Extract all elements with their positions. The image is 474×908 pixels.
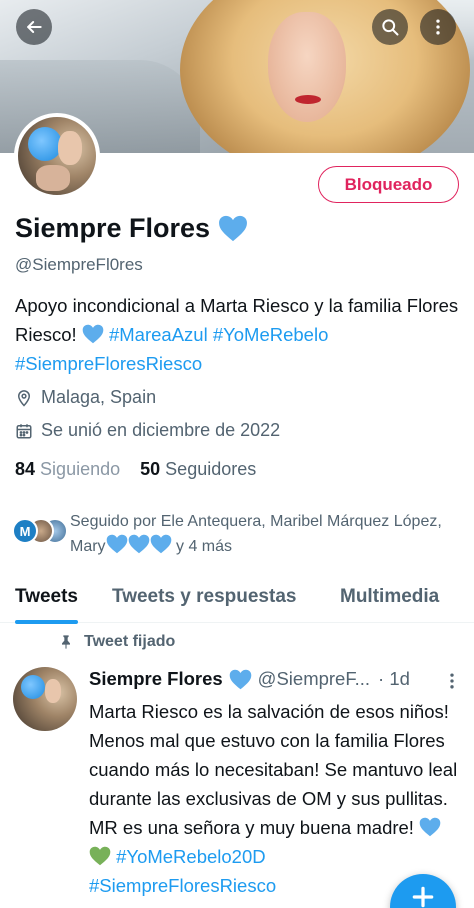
tab-media[interactable]: Multimedia bbox=[340, 570, 439, 623]
compose-plus-icon bbox=[412, 886, 434, 908]
search-icon bbox=[382, 19, 399, 36]
banner-lips bbox=[295, 95, 321, 104]
avatar-face bbox=[45, 679, 61, 703]
green-heart-icon bbox=[89, 846, 111, 866]
avatar-hand bbox=[36, 165, 70, 191]
tweet-header: Siempre Flores @SiempreF... · 1d bbox=[89, 668, 464, 690]
hashtag-link[interactable]: #YoMeRebelo bbox=[213, 324, 329, 345]
followers-count: 50 bbox=[140, 459, 161, 479]
location-pin-icon bbox=[17, 389, 31, 407]
tab-tweets-and-replies[interactable]: Tweets y respuestas bbox=[112, 570, 296, 623]
follow-stats: 84 Siguiendo 50 Seguidores bbox=[15, 459, 256, 480]
join-date-text: Se unió en diciembre de 2022 bbox=[41, 420, 281, 440]
profile-join-date: Se unió en diciembre de 2022 bbox=[15, 420, 280, 441]
follower-avatars: M bbox=[12, 518, 68, 546]
blue-heart-icon bbox=[219, 215, 248, 242]
tweet-body-text: Marta Riesco es la salvación de esos niñ… bbox=[89, 701, 458, 838]
followed-by[interactable]: M Seguido por Ele Antequera, Maribel Már… bbox=[12, 510, 467, 559]
followers-label: Seguidores bbox=[165, 459, 257, 479]
back-button[interactable] bbox=[16, 9, 52, 45]
avatar-heart-sticker bbox=[21, 675, 45, 699]
arrow-left-icon bbox=[27, 21, 42, 33]
profile-bio: Apoyo incondicional a Marta Riesco y la … bbox=[15, 291, 465, 378]
hashtag-link[interactable]: #SiempreFloresRiesco bbox=[89, 875, 276, 896]
avatar-heart-sticker bbox=[28, 127, 62, 161]
tweet-timestamp[interactable]: · 1d bbox=[378, 668, 410, 690]
following-label: Siguiendo bbox=[40, 459, 121, 479]
pinned-label: Tweet fijado bbox=[84, 633, 176, 650]
more-options-button[interactable] bbox=[420, 9, 456, 45]
following-count: 84 bbox=[15, 459, 36, 479]
profile-avatar[interactable] bbox=[14, 113, 100, 199]
hashtag-link[interactable]: #SiempreFloresRiesco bbox=[15, 353, 202, 374]
display-name: Siempre Flores bbox=[15, 213, 211, 243]
tab-tweets[interactable]: Tweets bbox=[15, 570, 79, 624]
followers-link[interactable]: 50 Seguidores bbox=[140, 459, 256, 480]
followed-by-more: y 4 más bbox=[171, 538, 233, 555]
pin-icon bbox=[62, 635, 70, 649]
blue-heart-icon bbox=[106, 534, 127, 554]
blue-heart-icon bbox=[419, 817, 441, 837]
pinned-indicator: Tweet fijado bbox=[58, 633, 175, 651]
blocked-button[interactable]: Bloqueado bbox=[318, 166, 459, 203]
profile-name-row: Siempre Flores bbox=[15, 213, 248, 244]
tweet-author-handle[interactable]: @SiempreF... bbox=[258, 668, 370, 690]
followed-by-text: Seguido por Ele Antequera, Maribel Márqu… bbox=[68, 510, 467, 559]
tweet-author-name[interactable]: Siempre Flores bbox=[89, 668, 223, 690]
following-link[interactable]: 84 Siguiendo bbox=[15, 459, 120, 480]
blue-heart-icon bbox=[150, 534, 171, 554]
follower-avatar: M bbox=[12, 518, 38, 544]
tweet-text: Marta Riesco es la salvación de esos niñ… bbox=[89, 697, 464, 900]
tweet-author-avatar[interactable] bbox=[13, 667, 77, 731]
hashtag-link[interactable]: #MareaAzul bbox=[109, 324, 208, 345]
hashtag-link[interactable]: #YoMeRebelo20D bbox=[116, 846, 265, 867]
blue-heart-icon bbox=[128, 534, 149, 554]
banner-face bbox=[268, 12, 346, 122]
profile-tabs: Tweets Tweets y respuestas Multimedia bbox=[0, 570, 474, 624]
calendar-icon bbox=[16, 423, 32, 438]
avatar-face bbox=[58, 131, 82, 165]
profile-handle: @SiempreFl0res bbox=[15, 255, 143, 274]
location-text: Malaga, Spain bbox=[41, 387, 157, 407]
tweet-more-icon[interactable] bbox=[442, 670, 462, 692]
profile-location: Malaga, Spain bbox=[15, 387, 156, 408]
search-button[interactable] bbox=[372, 9, 408, 45]
more-vertical-icon bbox=[436, 19, 440, 35]
blue-heart-icon bbox=[229, 669, 251, 689]
blue-heart-icon bbox=[82, 324, 104, 344]
